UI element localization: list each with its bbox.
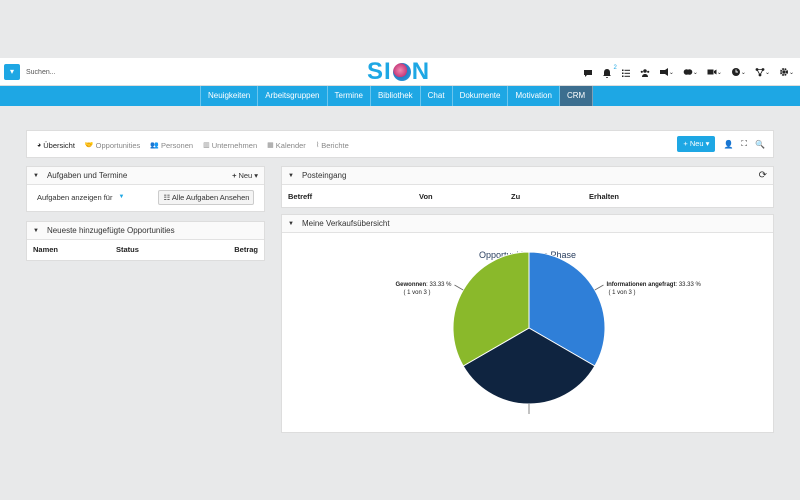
handshake-icon: 🤝 bbox=[84, 142, 94, 149]
refresh-icon[interactable]: ⟳ bbox=[759, 170, 767, 181]
notification-count: 2 bbox=[613, 65, 617, 71]
tasks-title: Aufgaben und Termine bbox=[46, 171, 128, 180]
person-icon[interactable]: 👤 bbox=[723, 140, 733, 149]
column-header-erhalten: Erhalten bbox=[589, 191, 620, 201]
inbox-panel: ▼ Posteingang ⟳ Betreff Von Zu Erhalten bbox=[281, 166, 774, 208]
tab-unternehmen[interactable]: ▥ Unternehmen bbox=[203, 141, 257, 150]
tab-opportunities[interactable]: 🤝 Opportunities bbox=[85, 141, 140, 150]
collapse-caret-icon[interactable]: ▼ bbox=[33, 228, 39, 234]
nav-item-arbeitsgruppen[interactable]: Arbeitsgruppen bbox=[258, 86, 328, 106]
people-icon: 👥 bbox=[150, 142, 159, 149]
new-button[interactable]: + Neu ▾ bbox=[677, 136, 716, 152]
collapse-caret-icon[interactable]: ▼ bbox=[33, 173, 39, 179]
collapse-caret-icon[interactable]: ▼ bbox=[288, 173, 294, 179]
pie-slice-count-label: ( 1 von 3 ) bbox=[404, 290, 431, 296]
nav-item-dokumente[interactable]: Dokumente bbox=[453, 86, 509, 106]
nav-item-motivation[interactable]: Motivation bbox=[508, 86, 560, 106]
top-bar: ▾ SI N 2 ⌄ ⌄ ⌄ ⌄ ⌄ ⌄ bbox=[0, 58, 800, 86]
column-header-namen: Namen bbox=[33, 244, 59, 254]
search-icon[interactable]: 🔍 bbox=[755, 140, 765, 149]
search-input[interactable] bbox=[26, 64, 176, 80]
column-header-betrag: Betrag bbox=[234, 244, 258, 254]
column-header-zu: Zu bbox=[511, 191, 521, 201]
nav-item-bibliothek[interactable]: Bibliothek bbox=[371, 86, 421, 106]
pie-label-connector bbox=[454, 284, 464, 291]
tab-label: Unternehmen bbox=[211, 140, 258, 150]
chart-icon: ⌇ bbox=[315, 142, 320, 149]
tab-label: Berichte bbox=[321, 140, 349, 150]
new-button-label: Neu bbox=[689, 139, 704, 148]
list-icon: ☷ bbox=[163, 192, 171, 202]
all-tasks-button[interactable]: ☷ Alle Aufgaben Ansehen bbox=[158, 189, 255, 205]
main-nav: Neuigkeiten Arbeitsgruppen Termine Bibli… bbox=[0, 86, 800, 106]
sales-panel: ▼ Meine Verkaufsübersicht Opportunities … bbox=[281, 214, 774, 433]
logo-text-left: SI bbox=[367, 58, 392, 85]
show-for-label: Aufgaben anzeigen für bbox=[37, 192, 113, 202]
nav-item-chat[interactable]: Chat bbox=[421, 86, 453, 106]
settings-menu-icon[interactable]: ⌄ bbox=[779, 63, 794, 81]
nav-item-termine[interactable]: Termine bbox=[328, 86, 371, 106]
building-icon: ▥ bbox=[203, 142, 210, 149]
nav-item-neuigkeiten[interactable]: Neuigkeiten bbox=[200, 86, 259, 106]
chat-icon[interactable] bbox=[583, 64, 593, 80]
tasks-panel: ▼ Aufgaben und Termine + Neu ▾ Aufgaben … bbox=[26, 166, 265, 212]
column-header-betreff: Betreff bbox=[288, 191, 313, 201]
tab-label: Übersicht bbox=[43, 140, 75, 150]
tab-berichte[interactable]: ⌇ Berichte bbox=[316, 141, 349, 150]
pie-slice-label: Informationen angefragt: 33.33 % bbox=[606, 282, 701, 288]
video-menu-icon[interactable]: ⌄ bbox=[707, 63, 722, 81]
top-icons: 2 ⌄ ⌄ ⌄ ⌄ ⌄ ⌄ bbox=[583, 64, 794, 80]
clock-menu-icon[interactable]: ⌄ bbox=[731, 63, 746, 81]
pie-slice-count-label: ( 1 von 3 ) bbox=[608, 290, 635, 296]
column-header-von: Von bbox=[419, 191, 433, 201]
tasks-new-button[interactable]: + Neu ▾ bbox=[232, 171, 258, 180]
all-tasks-label: Alle Aufgaben Ansehen bbox=[171, 192, 250, 202]
tab-kalender[interactable]: ▦ Kalender bbox=[267, 141, 306, 150]
network-menu-icon[interactable]: ⌄ bbox=[755, 63, 770, 81]
pie-slice-label: Gewonnen: 33.33 % bbox=[395, 282, 452, 288]
tab-personen[interactable]: 👥 Personen bbox=[150, 141, 193, 150]
inbox-title: Posteingang bbox=[301, 171, 347, 180]
opportunities-title: Neueste hinzugefügte Opportunities bbox=[46, 226, 175, 235]
brain-menu-icon[interactable]: ⌄ bbox=[683, 63, 698, 81]
logo-text-right: N bbox=[411, 58, 431, 85]
calendar-icon: ▦ bbox=[267, 142, 274, 149]
fullscreen-icon[interactable]: ⛶ bbox=[741, 139, 747, 149]
show-for-dropdown[interactable]: ▼ bbox=[118, 194, 124, 200]
crm-toolbar: ◕ Übersicht 🤝 Opportunities 👥 Personen ▥… bbox=[26, 130, 774, 158]
pie-label-connector bbox=[594, 284, 604, 291]
broadcast-menu-icon[interactable]: ⌄ bbox=[659, 63, 674, 81]
column-header-status: Status bbox=[116, 244, 139, 254]
menu-toggle-button[interactable]: ▾ bbox=[4, 64, 20, 80]
tab-label: Personen bbox=[160, 140, 194, 150]
dashboard-icon: ◕ bbox=[37, 141, 42, 149]
tab-uebersicht[interactable]: ◕ Übersicht bbox=[37, 141, 75, 150]
logo[interactable]: SI N bbox=[367, 58, 437, 86]
task-list-icon[interactable] bbox=[621, 64, 631, 80]
opportunities-panel: ▼ Neueste hinzugefügte Opportunities Nam… bbox=[26, 221, 265, 261]
nav-item-crm[interactable]: CRM bbox=[559, 86, 594, 106]
tab-label: Kalender bbox=[275, 140, 306, 150]
logo-globe-icon bbox=[392, 63, 411, 81]
bell-icon[interactable]: 2 bbox=[602, 64, 617, 80]
tasks-new-label: Neu bbox=[238, 171, 253, 180]
pie-chart: Informationen angefragt: 33.33 % ( 1 von … bbox=[395, 251, 702, 414]
users-icon[interactable] bbox=[640, 64, 650, 80]
tab-label: Opportunities bbox=[95, 140, 141, 150]
